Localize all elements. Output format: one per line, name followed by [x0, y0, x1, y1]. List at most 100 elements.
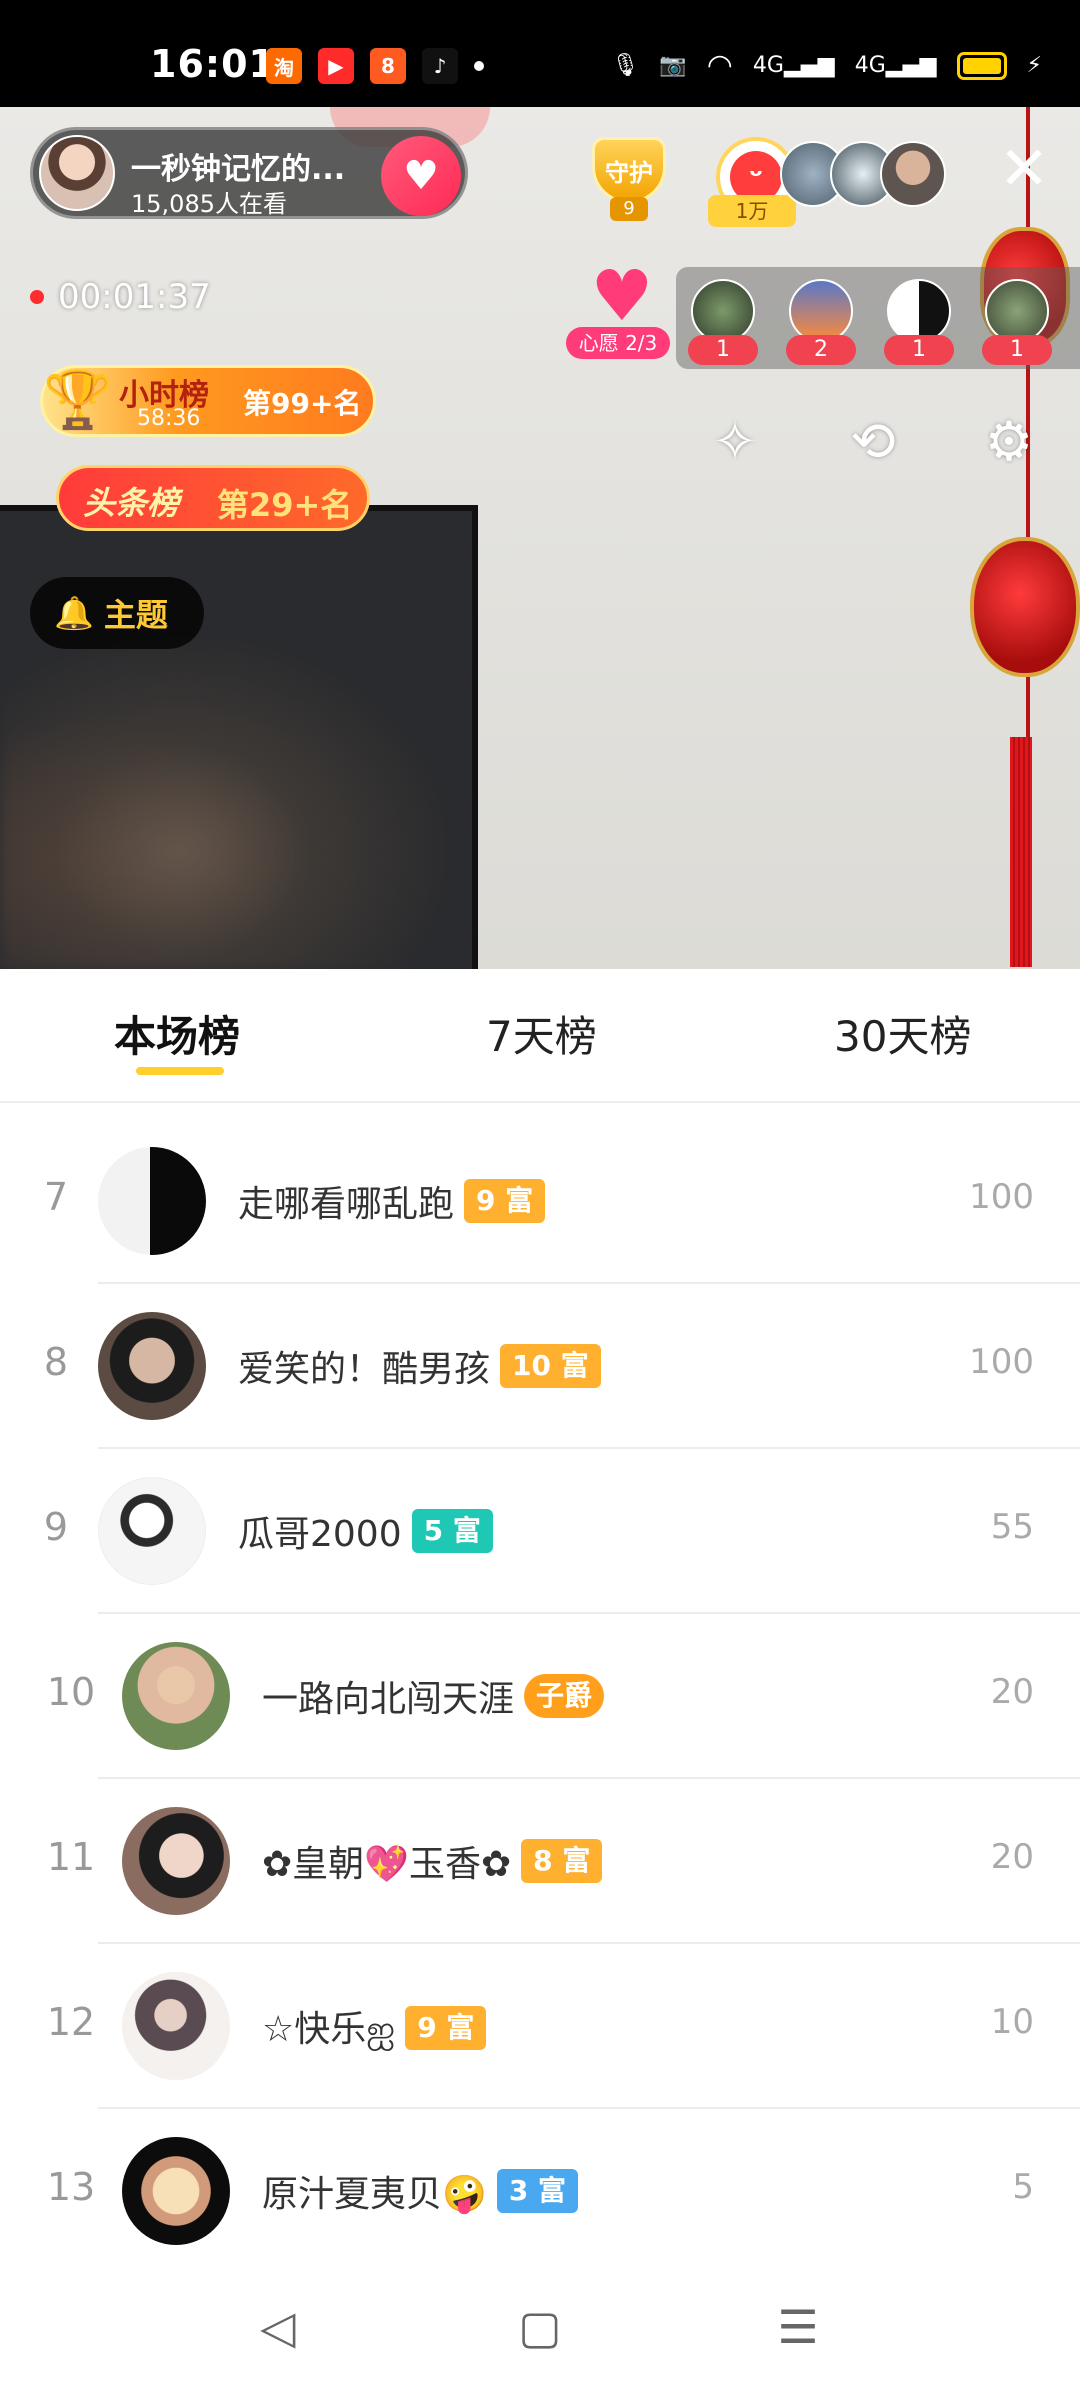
gift-strip[interactable]: 1 2 1 1 [676, 267, 1080, 369]
topic-label: 主题 [103, 596, 168, 634]
gift-item[interactable]: 2 [786, 279, 856, 365]
viewer-count: 15,085人在看 [131, 190, 287, 218]
avatar[interactable] [98, 1147, 206, 1255]
back-icon[interactable]: ◁ [248, 2297, 308, 2357]
list-item[interactable]: 7 走哪看哪乱跑 9 富 100 [0, 1119, 1080, 1284]
user-name: 原汁夏夷贝🤪 [262, 2174, 487, 2215]
wealth-badge: 9 富 [464, 1179, 546, 1223]
hourly-rank-pill[interactable]: 🏆 小时榜 58:36 第99+名 [40, 365, 376, 437]
list-item[interactable]: 13 原汁夏夷贝🤪 3 富 5 [0, 2109, 1080, 2274]
leaderboard-panel: 本场榜 7天榜 30天榜 7 走哪看哪乱跑 9 富 100 8 爱笑的！酷男孩 … [0, 969, 1080, 2257]
recording-time: 00:01:37 [58, 277, 211, 317]
user-name: 一路向北闯天涯 [262, 1679, 515, 1720]
wish-progress: 心愿 2/3 [566, 327, 670, 359]
list-item[interactable]: 11 ✿皇朝💖玉香✿ 8 富 20 [0, 1779, 1080, 1944]
gift-count: 1 [982, 335, 1052, 365]
home-icon[interactable]: ▢ [510, 2297, 570, 2357]
rank-number: 13 [46, 2165, 96, 2209]
user-info: 瓜哥2000 5 富 [238, 1505, 493, 1557]
recording-timer: 00:01:37 [30, 277, 211, 317]
tab-7-days[interactable]: 7天榜 [486, 1003, 597, 1064]
recents-icon[interactable]: ☰ [768, 2297, 828, 2357]
headline-rank-pill[interactable]: 头条榜 第29+名 [56, 465, 370, 531]
rank-number: 8 [43, 1340, 69, 1384]
trophy-icon: 🏆 [43, 368, 113, 433]
score: 20 [990, 1837, 1034, 1877]
score: 10 [990, 2002, 1034, 2042]
list-item[interactable]: 8 爱笑的！酷男孩 10 富 100 [0, 1284, 1080, 1449]
wifi-icon: ◠ [706, 48, 733, 83]
flip-camera-icon[interactable]: ⟲ [838, 407, 908, 477]
guard-badge[interactable]: 守护 9 [584, 137, 674, 221]
score: 100 [969, 1342, 1034, 1382]
guard-count: 9 [610, 197, 648, 221]
wealth-badge: 10 富 [500, 1344, 601, 1388]
lantern-decoration [970, 537, 1080, 677]
host-info[interactable]: 一秒钟记忆的... 15,085人在看 ♥ [30, 127, 468, 219]
host-name: 一秒钟记忆的... [131, 152, 346, 187]
score: 100 [969, 1177, 1034, 1217]
avatar[interactable] [122, 1642, 230, 1750]
user-name: 瓜哥2000 [238, 1514, 402, 1555]
follow-heart-button[interactable]: ♥ [381, 136, 461, 216]
hourly-rank-position: 第99+名 [243, 387, 362, 420]
list-item[interactable]: 9 瓜哥2000 5 富 55 [0, 1449, 1080, 1614]
wealth-badge: 3 富 [496, 2169, 579, 2213]
avatar[interactable] [98, 1312, 206, 1420]
charging-icon: ⚡ [1026, 53, 1042, 78]
tab-30-days[interactable]: 30天榜 [834, 1003, 971, 1064]
system-nav-bar: ◁ ▢ ☰ [0, 2257, 1080, 2400]
rank-number: 11 [46, 1835, 96, 1879]
camera-icon: 📷 [659, 53, 687, 78]
tab-current-session[interactable]: 本场榜 [114, 1003, 240, 1064]
topic-button[interactable]: 🔔 主题 [30, 577, 204, 649]
avatar[interactable] [122, 2137, 230, 2245]
noble-badge: 子爵 [524, 1674, 605, 1718]
avatar[interactable] [122, 1972, 230, 2080]
list-item[interactable]: 12 ☆快乐ஐ 9 富 10 [0, 1944, 1080, 2109]
wish-list[interactable]: ♥ 心愿 2/3 [566, 261, 676, 363]
status-bar: 16:01 淘 ▶ 8 ♪ 🎙 📷 ◠ 4G▂▄▆ 4G▂▄▆ ⚡ [0, 0, 1080, 107]
battery-icon [956, 51, 1007, 80]
status-indicators: 🎙 📷 ◠ 4G▂▄▆ 4G▂▄▆ ⚡ [611, 48, 1042, 83]
gift-count: 1 [688, 335, 758, 365]
guard-shield-icon: 守护 [592, 137, 666, 203]
bell-icon: 🔔 [54, 594, 94, 632]
avatar[interactable] [98, 1477, 206, 1585]
live-stream-view[interactable]: 一秒钟记忆的... 15,085人在看 ♥ 守护 9 ᵕ 1万 ✕ 00:01:… [0, 107, 1080, 969]
gift-avatar [789, 279, 853, 343]
close-icon[interactable]: ✕ [996, 139, 1052, 199]
taobao-icon: 淘 [266, 48, 302, 84]
fan-club-count: 1万 [708, 195, 796, 227]
viewer-avatar[interactable] [880, 141, 946, 207]
gift-item[interactable]: 1 [884, 279, 954, 365]
leaderboard-list[interactable]: 7 走哪看哪乱跑 9 富 100 8 爱笑的！酷男孩 10 富 100 9 瓜哥… [0, 1119, 1080, 2274]
avatar[interactable] [122, 1807, 230, 1915]
beauty-wand-icon[interactable]: ✧ [700, 407, 770, 477]
gift-item[interactable]: 1 [688, 279, 758, 365]
rank-number: 10 [46, 1670, 96, 1714]
wealth-badge: 9 富 [405, 2005, 487, 2050]
video-app-icon: ▶ [318, 48, 354, 84]
background-tv [0, 505, 478, 969]
notification-icons: 淘 ▶ 8 ♪ [266, 48, 484, 84]
active-tab-indicator [136, 1067, 224, 1075]
signal-icon-1: 4G▂▄▆ [752, 53, 835, 78]
hourly-rank-countdown: 58:36 [137, 406, 201, 431]
settings-gear-icon[interactable]: ⚙ [974, 407, 1044, 477]
headline-rank-position: 第29+名 [217, 486, 353, 524]
kuaishou-icon: 8 [370, 48, 406, 84]
gift-count: 2 [786, 335, 856, 365]
recording-dot-icon [30, 290, 44, 304]
user-name: 走哪看哪乱跑 [238, 1184, 455, 1225]
gift-item[interactable]: 1 [982, 279, 1052, 365]
score: 55 [990, 1507, 1034, 1547]
user-name: ☆快乐ஐ [262, 2009, 396, 2050]
list-item[interactable]: 10 一路向北闯天涯 子爵 20 [0, 1614, 1080, 1779]
gift-avatar [985, 279, 1049, 343]
more-notifications-dot [474, 61, 484, 71]
user-info: 一路向北闯天涯 子爵 [262, 1670, 605, 1722]
user-info: 爱笑的！酷男孩 10 富 [238, 1340, 601, 1392]
signal-icon-2: 4G▂▄▆ [854, 53, 937, 78]
host-avatar[interactable] [39, 135, 115, 211]
